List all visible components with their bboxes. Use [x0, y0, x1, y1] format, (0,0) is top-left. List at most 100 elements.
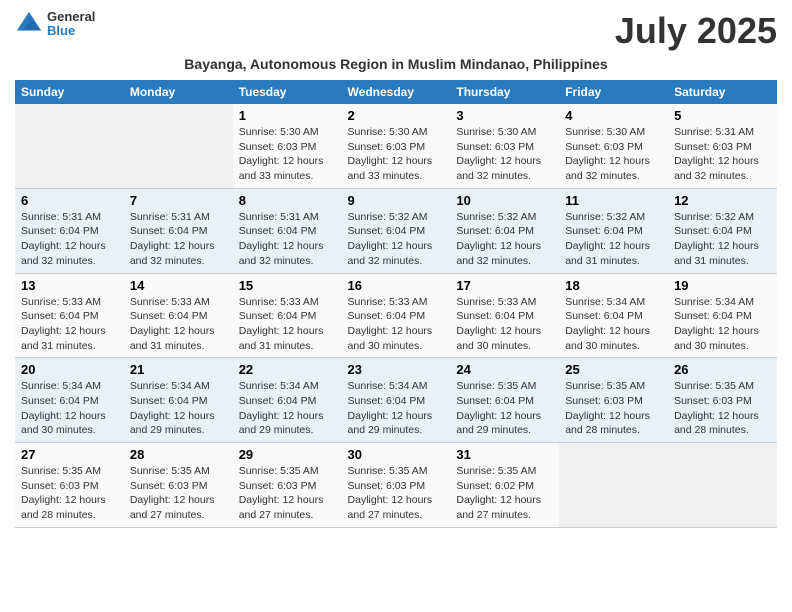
day-number: 30 [348, 447, 445, 462]
day-number: 8 [239, 193, 336, 208]
calendar-cell: 17Sunrise: 5:33 AMSunset: 6:04 PMDayligh… [450, 273, 559, 358]
calendar-cell: 25 Sunrise: 5:35 AMSunset: 6:03 PMDayligh… [559, 358, 668, 443]
day-info: Sunrise: 5:33 AMSunset: 6:04 PMDaylight:… [348, 295, 445, 354]
day-number: 22 [239, 362, 336, 377]
day-info: Sunrise: 5:35 AMSunset: 6:03 PMDaylight:… [130, 464, 227, 523]
calendar-cell: 11 Sunrise: 5:32 AMSunset: 6:04 PMDayligh… [559, 188, 668, 273]
calendar-cell: 16 Sunrise: 5:33 AMSunset: 6:04 PMDayligh… [342, 273, 451, 358]
logo-text: General Blue [47, 10, 95, 39]
page-header: General Blue July 2025 [15, 10, 777, 52]
weekday-header: Monday [124, 80, 233, 104]
calendar-cell: 21 Sunrise: 5:34 AMSunset: 6:04 PMDayligh… [124, 358, 233, 443]
day-number: 28 [130, 447, 227, 462]
calendar-cell [15, 104, 124, 188]
day-number: 25 [565, 362, 662, 377]
day-number: 12 [674, 193, 771, 208]
day-number: 4 [565, 108, 662, 123]
day-number: 14 [130, 278, 227, 293]
calendar-cell: 19Sunrise: 5:34 AMSunset: 6:04 PMDayligh… [668, 273, 777, 358]
day-info: Sunrise: 5:32 AMSunset: 6:04 PMDaylight:… [348, 210, 445, 269]
day-number: 3 [456, 108, 553, 123]
day-info: Sunrise: 5:34 AMSunset: 6:04 PMDaylight:… [130, 379, 227, 438]
calendar-cell: 23 Sunrise: 5:34 AMSunset: 6:04 PMDayligh… [342, 358, 451, 443]
day-info: Sunrise: 5:34 AMSunset: 6:04 PMDaylight:… [348, 379, 445, 438]
day-info: Sunrise: 5:32 AMSunset: 6:04 PMDaylight:… [674, 210, 771, 269]
calendar-week-row: 20 Sunrise: 5:34 AMSunset: 6:04 PMDayligh… [15, 358, 777, 443]
day-number: 7 [130, 193, 227, 208]
logo-icon [15, 10, 43, 38]
day-info: Sunrise: 5:34 AMSunset: 6:04 PMDaylight:… [239, 379, 336, 438]
day-number: 5 [674, 108, 771, 123]
day-info: Sunrise: 5:33 AMSunset: 6:04 PMDaylight:… [239, 295, 336, 354]
calendar-cell: 6Sunrise: 5:31 AMSunset: 6:04 PMDaylight… [15, 188, 124, 273]
day-info: Sunrise: 5:35 AMSunset: 6:03 PMDaylight:… [674, 379, 771, 438]
calendar-cell: 2 Sunrise: 5:30 AMSunset: 6:03 PMDaylight… [342, 104, 451, 188]
calendar-cell: 28 Sunrise: 5:35 AMSunset: 6:03 PMDayligh… [124, 443, 233, 528]
day-info: Sunrise: 5:30 AMSunset: 6:03 PMDaylight:… [456, 125, 553, 184]
calendar-cell: 26Sunrise: 5:35 AMSunset: 6:03 PMDayligh… [668, 358, 777, 443]
calendar-cell: 5Sunrise: 5:31 AMSunset: 6:03 PMDaylight… [668, 104, 777, 188]
weekday-header: Thursday [450, 80, 559, 104]
day-number: 11 [565, 193, 662, 208]
day-number: 29 [239, 447, 336, 462]
calendar-cell: 3 Sunrise: 5:30 AMSunset: 6:03 PMDaylight… [450, 104, 559, 188]
logo-line2: Blue [47, 24, 95, 38]
day-number: 18 [565, 278, 662, 293]
calendar-cell: 10 Sunrise: 5:32 AMSunset: 6:04 PMDayligh… [450, 188, 559, 273]
weekday-header: Sunday [15, 80, 124, 104]
calendar-cell: 9Sunrise: 5:32 AMSunset: 6:04 PMDaylight… [342, 188, 451, 273]
day-number: 10 [456, 193, 553, 208]
day-info: Sunrise: 5:35 AMSunset: 6:02 PMDaylight:… [456, 464, 553, 523]
calendar-week-row: 6 Sunrise: 5:31 AMSunset: 6:04 PMDaylight… [15, 188, 777, 273]
day-number: 24 [456, 362, 553, 377]
day-info: Sunrise: 5:35 AMSunset: 6:03 PMDaylight:… [565, 379, 662, 438]
calendar-week-row: 13 Sunrise: 5:33 AMSunset: 6:04 PMDayligh… [15, 273, 777, 358]
calendar-week-row: 27 Sunrise: 5:35 AMSunset: 6:03 PMDayligh… [15, 443, 777, 528]
day-info: Sunrise: 5:34 AMSunset: 6:04 PMDaylight:… [21, 379, 118, 438]
weekday-header-row: SundayMondayTuesdayWednesdayThursdayFrid… [15, 80, 777, 104]
calendar-cell: 30 Sunrise: 5:35 AMSunset: 6:03 PMDayligh… [342, 443, 451, 528]
weekday-header: Wednesday [342, 80, 451, 104]
logo: General Blue [15, 10, 95, 39]
day-info: Sunrise: 5:35 AMSunset: 6:03 PMDaylight:… [348, 464, 445, 523]
calendar-cell [559, 443, 668, 528]
calendar-cell: 29 Sunrise: 5:35 AMSunset: 6:03 PMDayligh… [233, 443, 342, 528]
calendar-cell: 15Sunrise: 5:33 AMSunset: 6:04 PMDayligh… [233, 273, 342, 358]
logo-line1: General [47, 10, 95, 24]
calendar-cell: 18 Sunrise: 5:34 AMSunset: 6:04 PMDayligh… [559, 273, 668, 358]
day-info: Sunrise: 5:32 AMSunset: 6:04 PMDaylight:… [456, 210, 553, 269]
day-info: Sunrise: 5:30 AMSunset: 6:03 PMDaylight:… [348, 125, 445, 184]
day-number: 16 [348, 278, 445, 293]
calendar-week-row: 1Sunrise: 5:30 AMSunset: 6:03 PMDaylight… [15, 104, 777, 188]
day-info: Sunrise: 5:31 AMSunset: 6:04 PMDaylight:… [239, 210, 336, 269]
calendar-cell: 4 Sunrise: 5:30 AMSunset: 6:03 PMDaylight… [559, 104, 668, 188]
calendar-cell: 8 Sunrise: 5:31 AMSunset: 6:04 PMDaylight… [233, 188, 342, 273]
day-number: 23 [348, 362, 445, 377]
day-info: Sunrise: 5:35 AMSunset: 6:03 PMDaylight:… [21, 464, 118, 523]
day-info: Sunrise: 5:33 AMSunset: 6:04 PMDaylight:… [130, 295, 227, 354]
day-info: Sunrise: 5:32 AMSunset: 6:04 PMDaylight:… [565, 210, 662, 269]
day-number: 20 [21, 362, 118, 377]
day-number: 17 [456, 278, 553, 293]
day-info: Sunrise: 5:33 AMSunset: 6:04 PMDaylight:… [21, 295, 118, 354]
calendar-cell: 7 Sunrise: 5:31 AMSunset: 6:04 PMDaylight… [124, 188, 233, 273]
calendar-cell: 13 Sunrise: 5:33 AMSunset: 6:04 PMDayligh… [15, 273, 124, 358]
calendar-cell: 31 Sunrise: 5:35 AMSunset: 6:02 PMDayligh… [450, 443, 559, 528]
day-number: 21 [130, 362, 227, 377]
day-info: Sunrise: 5:34 AMSunset: 6:04 PMDaylight:… [565, 295, 662, 354]
day-info: Sunrise: 5:31 AMSunset: 6:04 PMDaylight:… [130, 210, 227, 269]
calendar-cell: 24Sunrise: 5:35 AMSunset: 6:04 PMDayligh… [450, 358, 559, 443]
day-info: Sunrise: 5:35 AMSunset: 6:03 PMDaylight:… [239, 464, 336, 523]
weekday-header: Friday [559, 80, 668, 104]
day-number: 27 [21, 447, 118, 462]
calendar-cell: 20 Sunrise: 5:34 AMSunset: 6:04 PMDayligh… [15, 358, 124, 443]
day-number: 31 [456, 447, 553, 462]
day-number: 2 [348, 108, 445, 123]
day-info: Sunrise: 5:30 AMSunset: 6:03 PMDaylight:… [239, 125, 336, 184]
day-info: Sunrise: 5:30 AMSunset: 6:03 PMDaylight:… [565, 125, 662, 184]
calendar-cell: 12 Sunrise: 5:32 AMSunset: 6:04 PMDayligh… [668, 188, 777, 273]
calendar-title: July 2025 [615, 10, 777, 52]
day-number: 6 [21, 193, 118, 208]
day-number: 13 [21, 278, 118, 293]
day-info: Sunrise: 5:34 AMSunset: 6:04 PMDaylight:… [674, 295, 771, 354]
